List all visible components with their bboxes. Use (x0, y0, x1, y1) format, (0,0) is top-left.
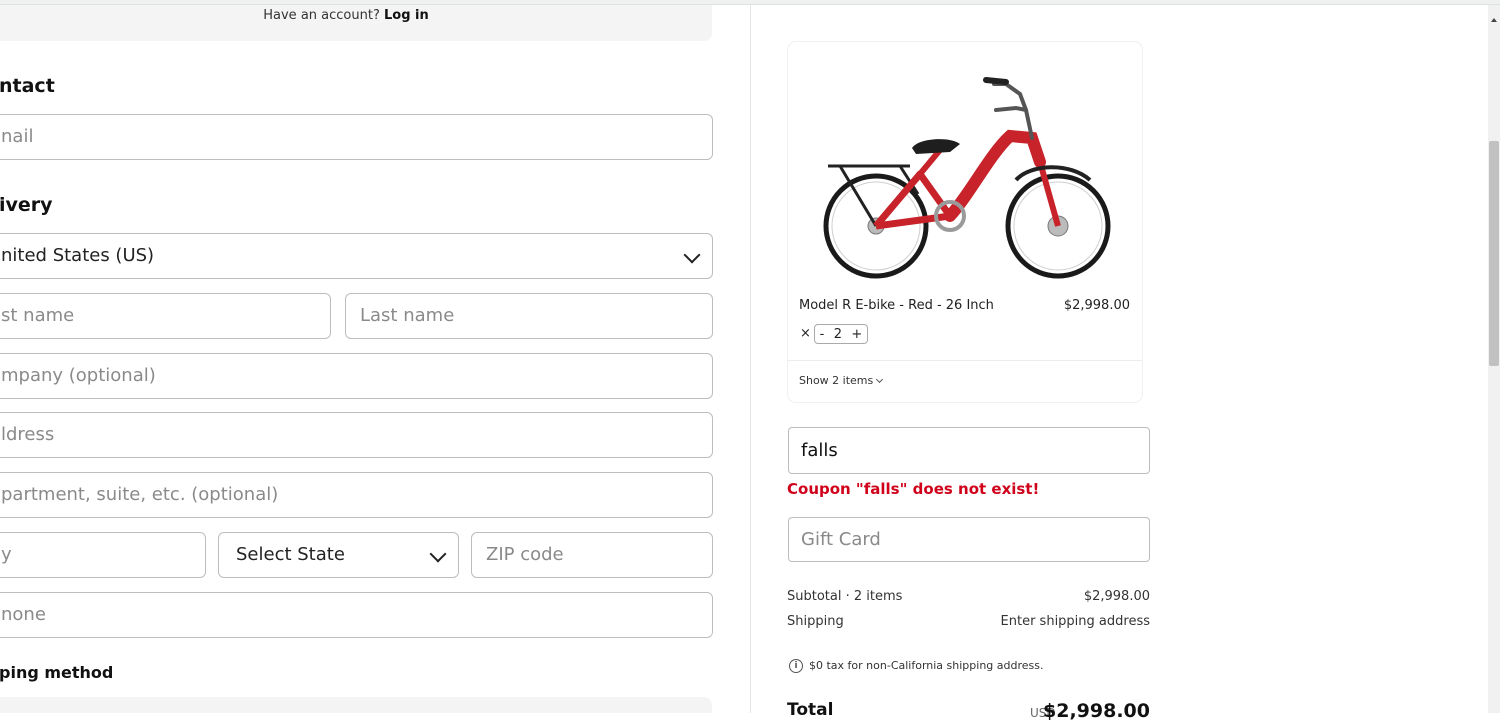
info-icon: i (789, 659, 803, 673)
total-value: $2,998.00 (1043, 700, 1150, 722)
last-name-field[interactable]: Last name (345, 293, 713, 339)
coupon-input[interactable]: falls (788, 427, 1150, 474)
email-placeholder: nail (1, 126, 34, 147)
contact-heading: ntact (0, 75, 55, 97)
subtotal-value: $2,998.00 (1083, 589, 1150, 604)
qty-increase-button[interactable]: + (851, 327, 862, 342)
country-select[interactable]: nited States (US) (0, 233, 713, 279)
login-link[interactable]: Log in (384, 8, 429, 23)
first-name-field[interactable]: st name (0, 293, 331, 339)
checkout-form: Have an account? Log in ntact nail ivery… (0, 0, 750, 713)
shipping-label: Shipping (787, 614, 844, 629)
product-image (800, 64, 1130, 286)
scrollbar-thumb[interactable] (1489, 141, 1499, 366)
scroll-up-arrow-icon[interactable] (1491, 18, 1497, 22)
chevron-down-icon (683, 246, 701, 264)
qty-multiplier: × (800, 326, 811, 341)
chevron-down-icon (876, 375, 884, 384)
shipping-method-heading: ping method (0, 663, 114, 682)
subtotal-label: Subtotal · 2 items (787, 589, 903, 604)
phone-field[interactable]: none (0, 592, 713, 638)
zip-placeholder: ZIP code (486, 544, 564, 565)
coupon-error-message: Coupon "falls" does not exist! (787, 480, 1040, 498)
apartment-field[interactable]: partment, suite, etc. (optional) (0, 472, 713, 518)
product-name: Model R E-bike - Red - 26 Inch (799, 298, 994, 313)
total-label: Total (787, 700, 834, 720)
qty-value[interactable]: 2 (834, 327, 842, 342)
shipping-method-box (0, 697, 712, 713)
company-placeholder: mpany (optional) (1, 365, 156, 386)
last-name-placeholder: Last name (360, 305, 455, 326)
coupon-value: falls (801, 440, 838, 461)
first-name-placeholder: st name (1, 305, 75, 326)
state-value: Select State (236, 544, 345, 565)
column-divider (750, 5, 751, 713)
card-divider (788, 360, 1142, 361)
apartment-placeholder: partment, suite, etc. (optional) (1, 484, 279, 505)
tax-note-text: $0 tax for non-California shipping addre… (809, 659, 1044, 672)
country-value: nited States (US) (1, 245, 155, 266)
chevron-down-icon (429, 545, 447, 563)
state-select[interactable]: Select State (218, 532, 459, 578)
account-prompt: Have an account? (263, 8, 380, 23)
page-scrollbar[interactable] (1488, 5, 1500, 713)
shipping-value: Enter shipping address (1000, 614, 1150, 629)
qty-decrease-button[interactable]: - (820, 327, 825, 342)
city-placeholder: y (1, 544, 12, 565)
gift-card-input[interactable]: Gift Card (788, 517, 1150, 562)
email-field[interactable]: nail (0, 114, 713, 160)
delivery-heading: ivery (0, 194, 53, 216)
city-field[interactable]: y (0, 532, 206, 578)
quantity-stepper: - 2 + (814, 324, 868, 344)
zip-field[interactable]: ZIP code (471, 532, 713, 578)
show-items-label: Show 2 items (799, 374, 874, 387)
address-field[interactable]: ldress (0, 412, 713, 458)
product-price: $2,998.00 (1063, 298, 1130, 313)
order-item-card: Model R E-bike - Red - 26 Inch $2,998.00… (788, 42, 1142, 402)
login-banner: Have an account? Log in (0, 5, 712, 41)
phone-placeholder: none (1, 604, 46, 625)
gift-card-placeholder: Gift Card (801, 529, 881, 550)
tax-note: i $0 tax for non-California shipping addr… (789, 659, 1044, 673)
address-placeholder: ldress (1, 424, 55, 445)
company-field[interactable]: mpany (optional) (0, 353, 713, 399)
show-items-toggle[interactable]: Show 2 items (799, 374, 884, 387)
